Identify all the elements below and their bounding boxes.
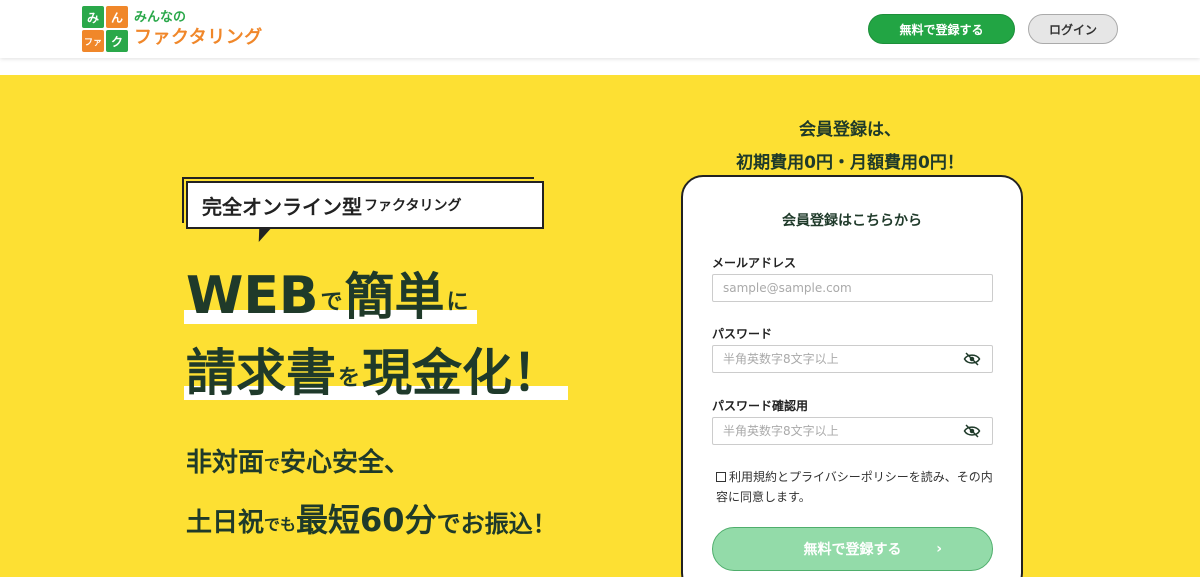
logo-mark-cell: ク — [106, 30, 128, 52]
email-field[interactable] — [712, 274, 993, 302]
headline-particle: を — [338, 366, 361, 391]
eye-slash-icon[interactable] — [963, 424, 981, 438]
password-label: パスワード — [712, 327, 773, 341]
submit-label: 無料で登録する — [803, 542, 902, 558]
hero-subline-1: 非対面 で 安心安全、 — [186, 450, 410, 476]
logo-big-text: ファクタリング — [134, 27, 263, 48]
subline-holidays: 土日祝 — [186, 508, 265, 538]
hero-tag: 完全オンライン型 ファクタリング — [182, 177, 544, 229]
logo-text: みんなの ファクタリング — [134, 11, 263, 47]
header-register-button[interactable]: 無料で登録する — [868, 14, 1015, 44]
hero-subline-2: 土日祝 でも 最短60分 でお振込！ — [186, 504, 557, 536]
agree-checkbox-row[interactable]: 利用規約とプライバシーポリシーを読み、その内容に同意します。 — [716, 467, 996, 507]
headline-web: WEB — [186, 266, 319, 326]
logo-small-text: みんなの — [134, 10, 187, 25]
subline-fastest: 最短60分 — [296, 501, 437, 539]
chevron-right-icon: › — [936, 541, 942, 557]
headline-invoice: 請求書 — [186, 344, 336, 402]
site-header: み ん ファ ク みんなの ファクタリング 無料で登録する ログイン — [0, 0, 1200, 58]
submit-register-button[interactable]: 無料で登録する › — [712, 527, 993, 571]
subline-particle: でも — [264, 515, 297, 534]
agree-checkbox[interactable] — [716, 472, 726, 482]
eye-slash-icon[interactable] — [963, 352, 981, 366]
subline-transfer: でお振込！ — [436, 510, 557, 538]
hero-tag-main: 完全オンライン型 — [202, 194, 362, 219]
login-button[interactable]: ログイン — [1028, 14, 1118, 44]
headline-particle: で — [320, 290, 343, 315]
form-title: 会員登録はこちらから — [782, 213, 922, 229]
hero-headline-2: 請求書 を 現金化！ — [183, 338, 569, 402]
password-field[interactable] — [712, 345, 993, 373]
headline-easy: 簡単 — [344, 268, 445, 326]
password-confirm-field[interactable] — [712, 417, 993, 445]
headline-cash: 現金化！ — [362, 344, 563, 402]
headline-particle: に — [446, 290, 469, 315]
site-logo[interactable]: み ん ファ ク みんなの ファクタリング — [82, 6, 263, 52]
logo-mark: み ん ファ ク — [82, 6, 128, 52]
logo-mark-cell: ん — [106, 6, 128, 28]
password-confirm-label: パスワード確認用 — [712, 399, 809, 413]
hero-tag-sub: ファクタリング — [364, 198, 462, 214]
email-label: メールアドレス — [712, 256, 797, 270]
promo-line-1: 会員登録は、 — [799, 120, 901, 140]
subline-particle: で — [264, 455, 281, 474]
logo-mark-cell: ファ — [82, 30, 104, 52]
promo-line-2: 初期費用0円・月額費用0円！ — [736, 153, 964, 173]
logo-mark-cell: み — [82, 6, 104, 28]
hero-headline-1: WEB で 簡単 に — [184, 262, 477, 326]
subline-nonface: 非対面 — [186, 448, 265, 478]
registration-form: 会員登録はこちらから メールアドレス パスワード パスワード確認用 利用規約とプ… — [681, 175, 1023, 577]
agree-text: 利用規約とプライバシーポリシーを読み、その内容に同意します。 — [716, 470, 993, 504]
subline-safe: 安心安全、 — [280, 448, 411, 478]
